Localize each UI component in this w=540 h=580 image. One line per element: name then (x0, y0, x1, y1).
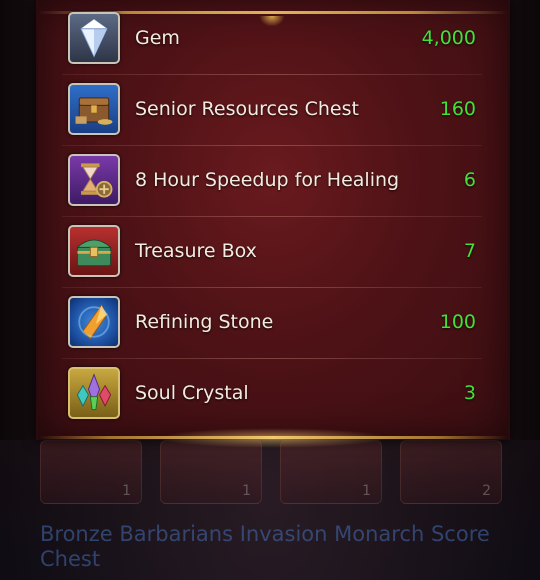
background-chest-title: Bronze Barbarians Invasion Monarch Score… (40, 522, 490, 571)
reward-quantity: 100 (439, 311, 476, 333)
row-divider (62, 145, 482, 146)
row-divider (62, 358, 482, 359)
background-description (40, 570, 510, 580)
reward-row-healing-speedup: 8 Hour Speedup for Healing 6 (62, 147, 482, 217)
panel-bottom-trim (38, 436, 508, 439)
reward-row-resources-chest: Senior Resources Chest 160 (62, 76, 482, 146)
gem-icon (68, 12, 120, 64)
right-shadow (506, 0, 540, 440)
reward-row-gem: Gem 4,000 (62, 5, 482, 75)
game-screen: 1 1 1 2 Bronze Barbarians Invasion Monar… (0, 0, 540, 580)
slot-count: 1 (242, 483, 251, 499)
reward-quantity: 3 (463, 382, 476, 404)
reward-quantity: 7 (463, 240, 476, 262)
reward-name: 8 Hour Speedup for Healing (135, 169, 400, 191)
background-chest-slot: 1 (40, 440, 142, 504)
row-divider (62, 287, 482, 288)
slot-count: 1 (122, 483, 131, 499)
row-divider (62, 216, 482, 217)
left-shadow (0, 0, 36, 440)
reward-name: Soul Crystal (135, 382, 249, 404)
reward-popup-panel: Gem 4,000 Senior Resources Chest 160 8 H… (36, 0, 510, 448)
reward-name: Gem (135, 27, 180, 49)
reward-quantity: 4,000 (421, 27, 476, 49)
reward-row-treasure-box: Treasure Box 7 (62, 218, 482, 288)
slot-count: 2 (482, 483, 491, 499)
resources-chest-icon (68, 83, 120, 135)
reward-name: Refining Stone (135, 311, 274, 333)
treasure-box-icon (68, 225, 120, 277)
reward-quantity: 160 (439, 98, 476, 120)
reward-name: Senior Resources Chest (135, 98, 359, 120)
reward-row-refining-stone: Refining Stone 100 (62, 289, 482, 359)
slot-count: 1 (362, 483, 371, 499)
row-divider (62, 74, 482, 75)
refining-stone-icon (68, 296, 120, 348)
background-chest-slot: 1 (280, 440, 382, 504)
reward-row-soul-crystal: Soul Crystal 3 (62, 360, 482, 430)
soul-crystal-icon (68, 367, 120, 419)
healing-speedup-icon (68, 154, 120, 206)
background-chest-slot: 2 (400, 440, 502, 504)
background-chest-slot: 1 (160, 440, 262, 504)
reward-name: Treasure Box (135, 240, 257, 262)
reward-quantity: 6 (463, 169, 476, 191)
